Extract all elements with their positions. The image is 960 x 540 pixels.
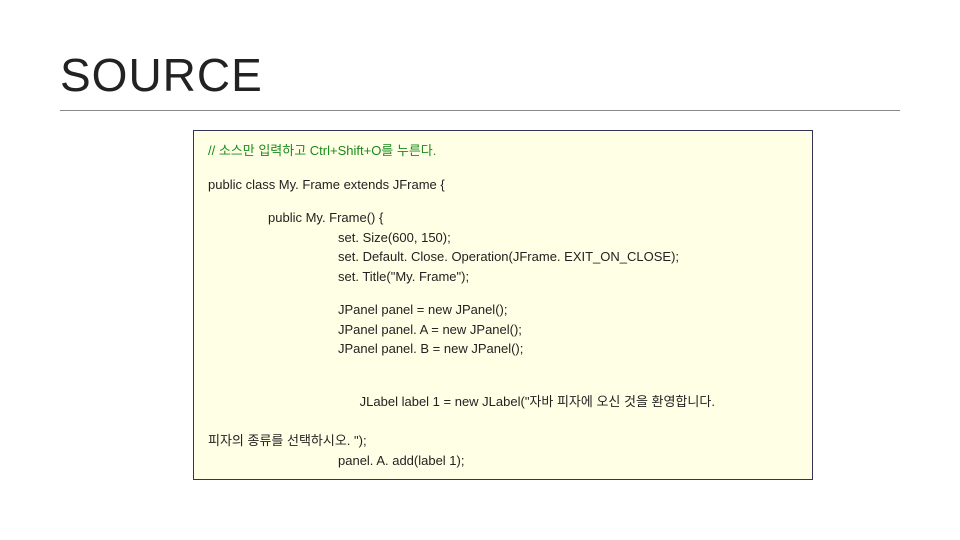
code-class-decl: public class My. Frame extends JFrame {: [208, 177, 445, 192]
code-comment: // 소스만 입력하고 Ctrl+Shift+O를 누른다.: [208, 143, 436, 158]
code-label-start: JLabel label 1 = new JLabel("자바 피자에 오신 것…: [360, 394, 719, 409]
code-add: panel. A. add(label 1);: [208, 451, 798, 471]
slide: SOURCE // 소스만 입력하고 Ctrl+Shift+O를 누른다. pu…: [0, 0, 960, 540]
blank-line: [208, 286, 798, 300]
blank-line: [208, 194, 798, 208]
code-box: // 소스만 입력하고 Ctrl+Shift+O를 누른다. public cl…: [193, 130, 813, 480]
code-settitle: set. Title("My. Frame");: [208, 267, 798, 287]
code-setsize: set. Size(600, 150);: [208, 228, 798, 248]
code-panel: JPanel panel = new JPanel();: [208, 300, 798, 320]
code-label-wrap: 피자의 종류를 선택하시오. ");: [208, 433, 367, 448]
title-underline: [60, 110, 900, 111]
blank-line: [208, 161, 798, 175]
code-label-line: JLabel label 1 = new JLabel("자바 피자에 오신 것…: [208, 373, 798, 432]
code-constructor: public My. Frame() {: [208, 208, 798, 228]
blank-line: [208, 359, 798, 373]
slide-title: SOURCE: [60, 48, 263, 102]
code-panelA: JPanel panel. A = new JPanel();: [208, 320, 798, 340]
code-setclose: set. Default. Close. Operation(JFrame. E…: [208, 247, 798, 267]
code-panelB: JPanel panel. B = new JPanel();: [208, 339, 798, 359]
